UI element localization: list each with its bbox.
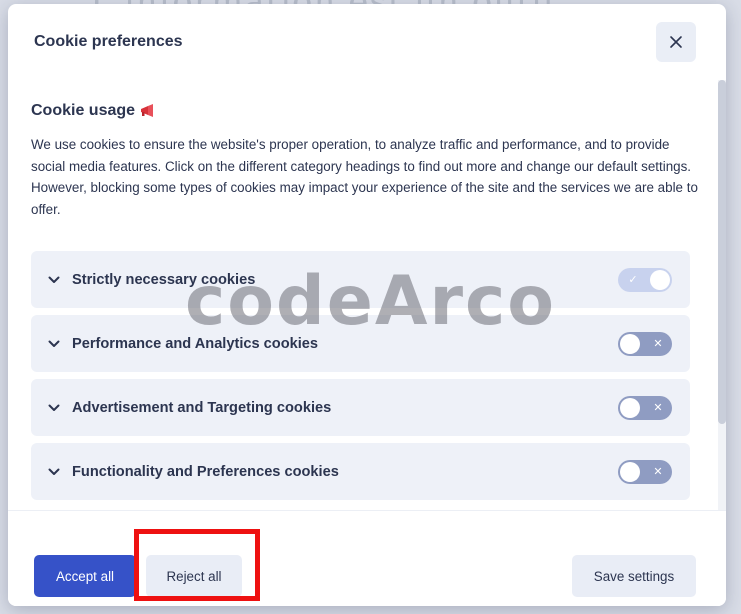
cookie-categories: Strictly necessary cookies ✓ Performance… xyxy=(31,251,690,501)
save-settings-button[interactable]: Save settings xyxy=(572,555,696,597)
category-performance-analytics[interactable]: Performance and Analytics cookies ✕ xyxy=(31,315,690,373)
modal-title: Cookie preferences xyxy=(34,33,183,50)
section-description: We use cookies to ensure the website's p… xyxy=(31,137,698,217)
toggle-advertisement-targeting[interactable]: ✕ xyxy=(618,395,672,420)
check-icon: ✓ xyxy=(628,274,638,287)
toggle-functionality-preferences[interactable]: ✕ xyxy=(618,459,672,484)
toggle-knob xyxy=(620,397,640,418)
section-title: Cookie usage xyxy=(31,102,690,120)
chevron-down-icon xyxy=(47,401,61,415)
category-functionality-preferences[interactable]: Functionality and Preferences cookies ✕ xyxy=(31,443,690,501)
reject-all-button[interactable]: Reject all xyxy=(146,555,242,597)
category-strictly-necessary[interactable]: Strictly necessary cookies ✓ xyxy=(31,251,690,309)
toggle-performance-analytics[interactable]: ✕ xyxy=(618,331,672,356)
modal-body: Cookie usage We use cookies to ensure th… xyxy=(8,80,726,501)
close-icon xyxy=(670,36,682,48)
scrollbar-thumb[interactable] xyxy=(718,80,726,424)
category-label: Functionality and Preferences cookies xyxy=(72,463,339,480)
category-label: Strictly necessary cookies xyxy=(72,271,256,288)
megaphone-icon xyxy=(141,104,154,117)
chevron-down-icon xyxy=(47,465,61,479)
category-label: Advertisement and Targeting cookies xyxy=(72,399,332,416)
cookie-preferences-modal: Cookie preferences Cookie usage We use c… xyxy=(8,4,726,606)
close-button[interactable] xyxy=(656,22,696,62)
toggle-knob xyxy=(620,461,640,482)
modal-footer: Accept all Reject all Save settings xyxy=(8,510,726,606)
cross-icon: ✕ xyxy=(653,402,663,415)
category-advertisement-targeting[interactable]: Advertisement and Targeting cookies ✕ xyxy=(31,379,690,437)
accept-all-button[interactable]: Accept all xyxy=(34,555,136,597)
cross-icon: ✕ xyxy=(653,338,663,351)
chevron-down-icon xyxy=(47,337,61,351)
toggle-knob xyxy=(620,333,640,354)
modal-header: Cookie preferences xyxy=(8,4,726,80)
category-label: Performance and Analytics cookies xyxy=(72,335,319,352)
toggle-knob xyxy=(650,269,670,290)
cross-icon: ✕ xyxy=(653,466,663,479)
chevron-down-icon xyxy=(47,273,61,287)
toggle-strictly-necessary[interactable]: ✓ xyxy=(618,267,672,292)
section-title-text: Cookie usage xyxy=(31,102,136,119)
